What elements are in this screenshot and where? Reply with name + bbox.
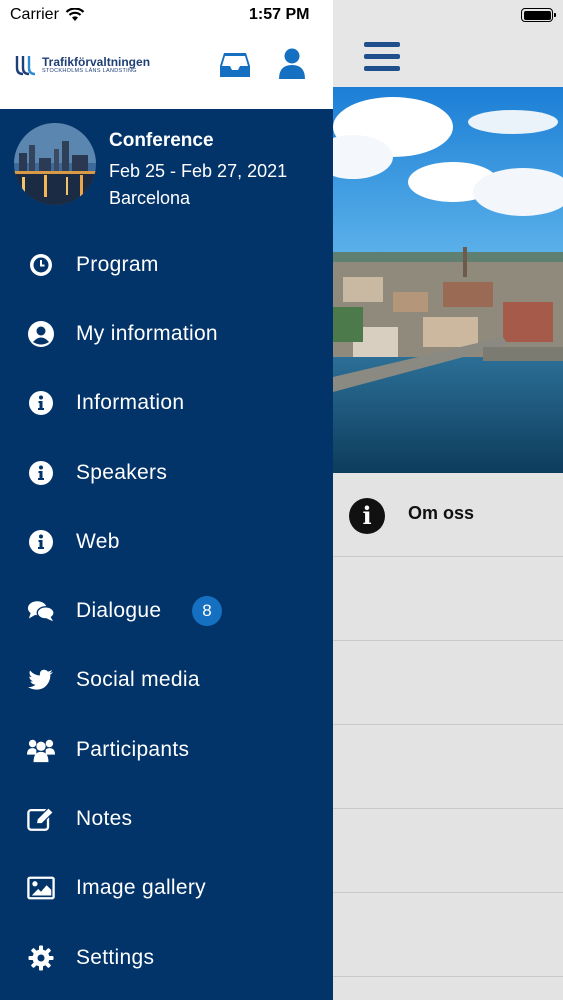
profile-button[interactable] <box>278 48 306 80</box>
menu-item-participants[interactable]: Participants <box>0 715 333 784</box>
info-icon <box>27 459 55 487</box>
menu-item-label: My information <box>76 321 218 345</box>
image-icon <box>27 874 55 902</box>
org-logo: Trafikförvaltningen STOCKHOLMS LÄNS LAND… <box>14 54 150 76</box>
status-bar-left: Carrier <box>10 6 85 24</box>
list-item <box>333 893 563 977</box>
list-item-om-oss[interactable]: i Om oss <box>333 473 563 557</box>
menu-item-label: Speakers <box>76 460 168 484</box>
inbox-button[interactable] <box>219 51 251 79</box>
menu-item-information[interactable]: Information <box>0 369 333 438</box>
menu-item-speakers[interactable]: Speakers <box>0 438 333 507</box>
hamburger-menu-icon[interactable] <box>364 42 400 72</box>
unread-badge: 8 <box>192 596 222 627</box>
list-item <box>333 809 563 893</box>
menu-item-settings[interactable]: Settings <box>0 923 333 992</box>
menu-item-web[interactable]: Web <box>0 507 333 576</box>
info-icon: i <box>349 498 385 534</box>
logo-brand-text: Trafikförvaltningen <box>42 54 151 69</box>
logo-sub-text: STOCKHOLMS LÄNS LANDSTING <box>42 67 137 74</box>
chat-icon <box>27 597 55 625</box>
info-icon <box>27 389 55 417</box>
menu-item-social-media[interactable]: Social media <box>0 646 333 715</box>
menu-item-dialogue[interactable]: Dialogue 8 <box>0 576 333 645</box>
menu-item-label: Image gallery <box>76 876 206 900</box>
conference-title: Conference <box>109 130 214 151</box>
menu-item-my-information[interactable]: My information <box>0 299 333 368</box>
hero-image <box>333 87 563 473</box>
menu-item-image-gallery[interactable]: Image gallery <box>0 854 333 923</box>
menu-item-program[interactable]: Program <box>0 230 333 299</box>
conference-avatar <box>14 123 96 205</box>
menu-item-label: Program <box>76 252 159 276</box>
menu-item-label: Notes <box>76 807 133 831</box>
conference-card[interactable]: Conference Feb 25 - Feb 27, 2021 Barcelo… <box>0 109 333 219</box>
clock-icon <box>27 251 55 279</box>
battery-icon <box>521 8 556 22</box>
side-drawer: Carrier 1:57 PM Trafikförvaltningen STOC… <box>0 0 333 1000</box>
drawer-header: Carrier 1:57 PM Trafikförvaltningen STOC… <box>0 0 333 109</box>
menu-item-label: Information <box>76 391 185 415</box>
menu-item-label: Social media <box>76 668 200 692</box>
menu-item-label: Web <box>76 529 120 553</box>
users-icon <box>27 736 55 764</box>
status-time: 1:57 PM <box>249 6 310 23</box>
list-item <box>333 725 563 809</box>
logo-mark-icon <box>15 56 36 76</box>
inbox-icon <box>220 53 250 77</box>
user-icon <box>279 48 305 79</box>
wifi-icon <box>65 8 85 21</box>
list-item-label: Om oss <box>408 503 475 523</box>
conference-location: Barcelona <box>109 188 191 208</box>
menu-item-notes[interactable]: Notes <box>0 784 333 853</box>
carrier-label: Carrier <box>10 6 59 23</box>
list-item <box>333 557 563 641</box>
user-circle-icon <box>27 320 55 348</box>
drawer-menu: Program My information Information Speak… <box>0 230 333 992</box>
menu-item-label: Settings <box>76 945 155 969</box>
list-item <box>333 641 563 725</box>
twitter-icon <box>27 666 55 694</box>
gear-icon <box>27 944 55 972</box>
info-icon <box>27 528 55 556</box>
edit-icon <box>27 805 55 833</box>
menu-item-label: Dialogue <box>76 599 162 623</box>
menu-item-label: Participants <box>76 737 190 761</box>
conference-dates: Feb 25 - Feb 27, 2021 <box>109 161 288 181</box>
